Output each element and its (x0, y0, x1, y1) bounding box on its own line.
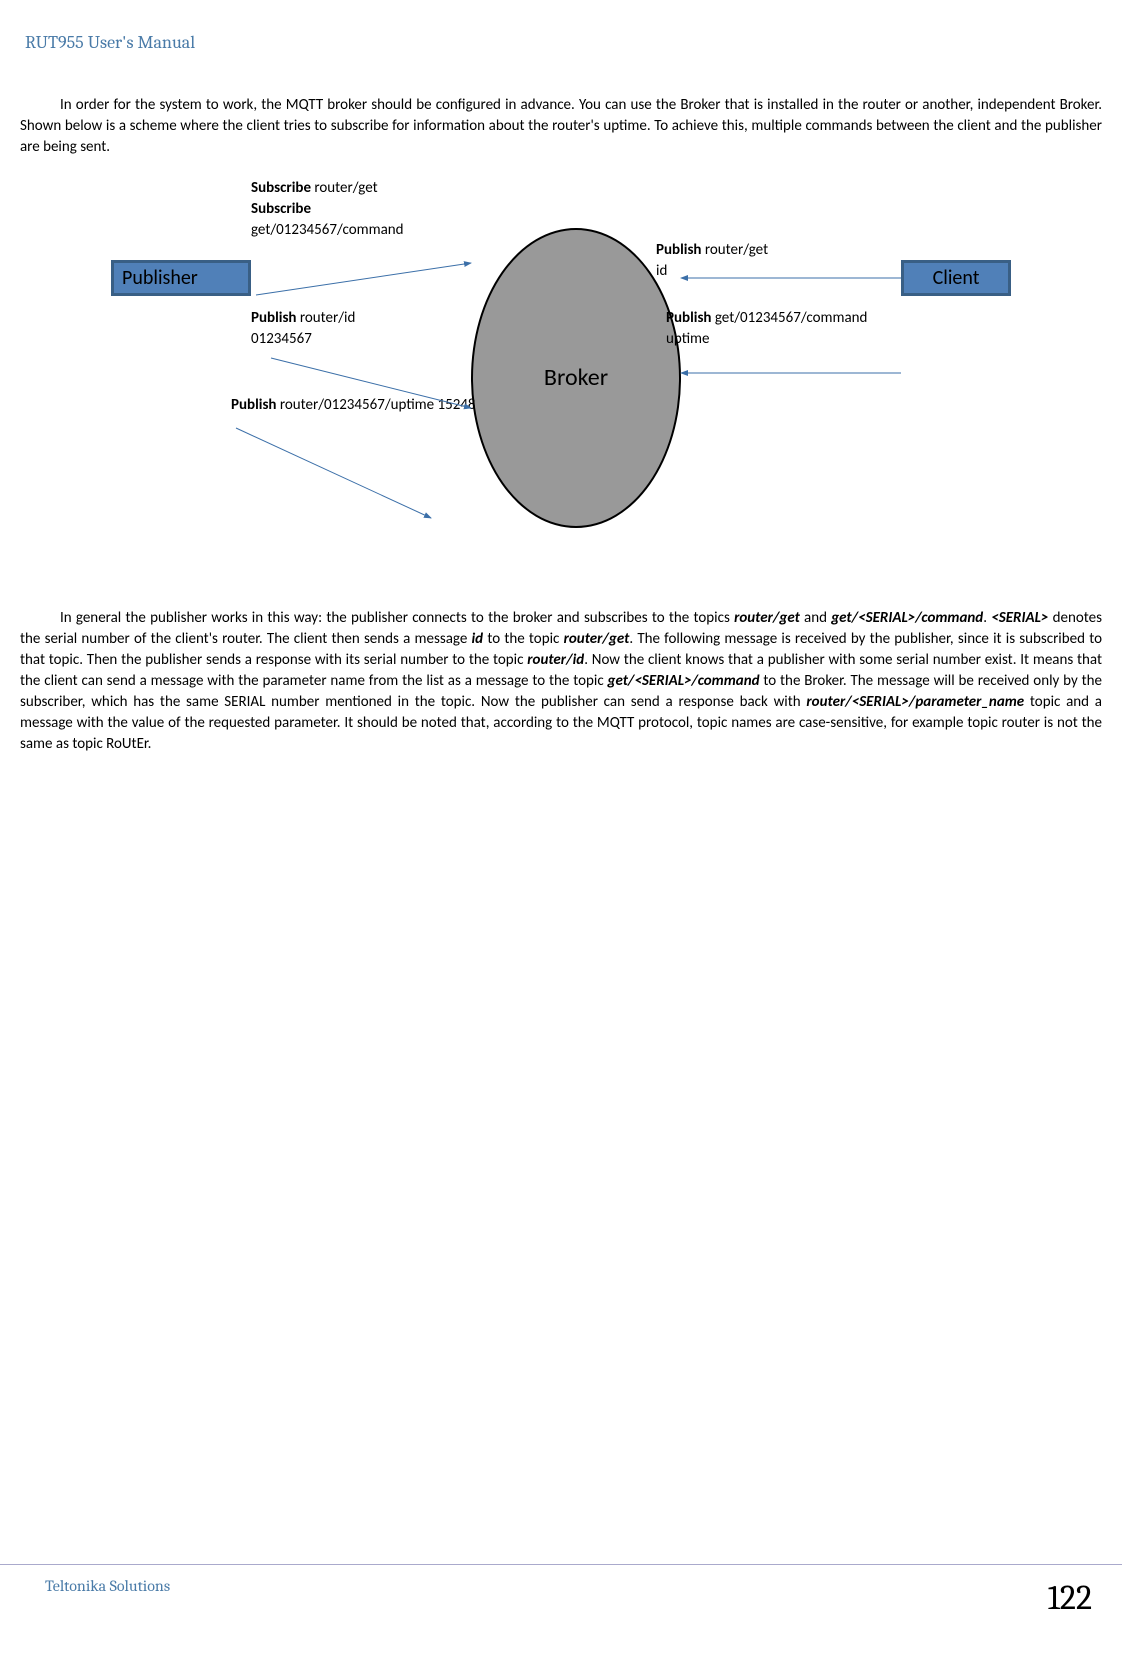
paragraph-1: In order for the system to work, the MQT… (20, 95, 1102, 158)
broker-ellipse: Broker (471, 228, 681, 528)
paragraph-2: In general the publisher works in this w… (20, 608, 1102, 755)
mqtt-diagram: Subscribe router/get Subscribe get/01234… (111, 178, 1011, 568)
publish-get-command-label: Publish get/01234567/command uptime (666, 308, 867, 350)
client-box: Client (901, 260, 1011, 296)
footer-page-number: 122 (1048, 1575, 1092, 1623)
publisher-box: Publisher (111, 260, 251, 296)
header-title: RUT955 User's Manual (25, 32, 195, 53)
subscribe-label-publisher: Subscribe router/get Subscribe get/01234… (251, 178, 404, 241)
main-content: In order for the system to work, the MQT… (0, 55, 1122, 755)
page-header: RUT955 User's Manual (0, 0, 1122, 55)
footer-company: Teltonika Solutions (45, 1575, 170, 1597)
publish-router-uptime-label: Publish router/01234567/uptime 15248 (231, 395, 476, 416)
page-footer: Teltonika Solutions 122 (0, 1564, 1122, 1623)
publish-router-id-label: Publish router/id 01234567 (251, 308, 355, 350)
publish-router-get-label: Publish router/get id (656, 240, 768, 282)
